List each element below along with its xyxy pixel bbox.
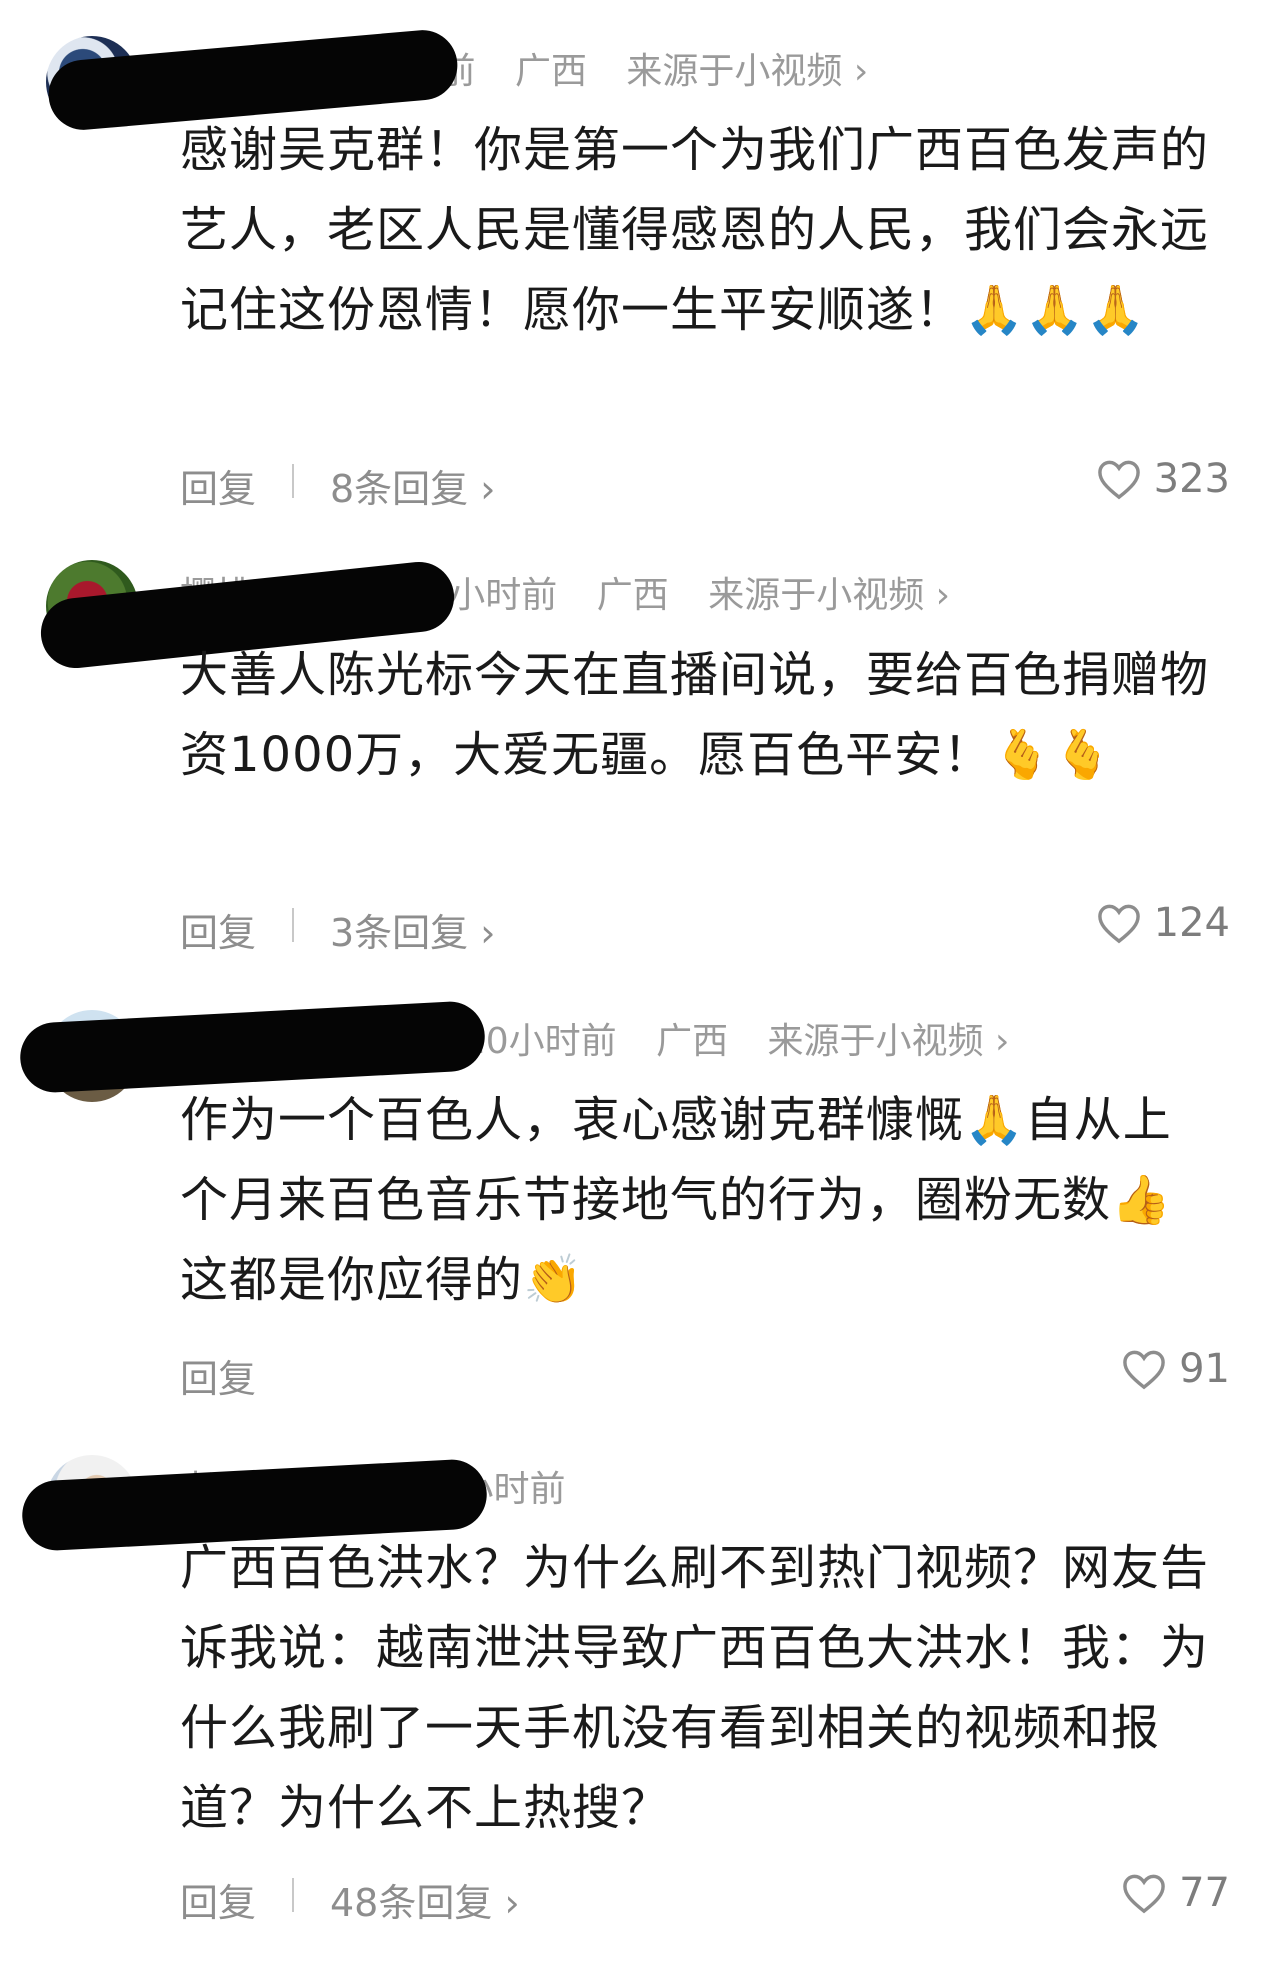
like-count: 77: [1179, 1870, 1230, 1916]
like-button[interactable]: 124: [1096, 900, 1230, 946]
comment-text: 感谢吴克群！你是第一个为我们广西百色发声的艺人，老区人民是懂得感恩的人民，我们会…: [180, 122, 1210, 338]
comment-time: 20小时前: [462, 1021, 617, 1062]
heart-outline-icon: [1097, 460, 1140, 500]
comment-footer: 回复 48条回复 77: [180, 1866, 1230, 1926]
like-count: 323: [1153, 456, 1230, 502]
divider: [292, 1878, 294, 1912]
comment-footer: 回复 3条回复 124: [180, 896, 1230, 956]
like-button[interactable]: 91: [1121, 1346, 1230, 1392]
comment-source-link[interactable]: 来源于小视频: [768, 1021, 1010, 1062]
reply-button[interactable]: 回复: [180, 1348, 256, 1403]
heart-outline-icon: [1097, 904, 1140, 944]
reply-button[interactable]: 回复: [180, 458, 256, 513]
reply-button[interactable]: 回复: [180, 902, 256, 957]
comment-source-link[interactable]: 来源于小视频: [708, 575, 950, 616]
view-replies-link[interactable]: 3条回复: [330, 902, 495, 957]
comment-text: 大善人陈光标今天在直播间说，要给百色捐赠物资1000万，大爱无疆。愿百色平安！🫰…: [180, 647, 1210, 783]
reply-button[interactable]: 回复: [180, 1872, 256, 1927]
comment-location: 广西: [596, 575, 669, 616]
like-count: 124: [1153, 900, 1230, 946]
divider: [292, 908, 294, 942]
heart-outline-icon: [1123, 1350, 1165, 1390]
view-replies-link[interactable]: 8条回复: [330, 458, 495, 513]
comment-text: 作为一个百色人，衷心感谢克群慷慨🙏自从上个月来百色音乐节接地气的行为，圈粉无数👍…: [180, 1092, 1172, 1308]
comment-footer: 回复 8条回复 323: [180, 452, 1230, 512]
comment-text: 广西百色洪水？为什么刷不到热门视频？网友告诉我说：越南泄洪导致广西百色大洪水！我…: [180, 1540, 1210, 1836]
view-replies-link[interactable]: 48条回复: [330, 1872, 520, 1927]
like-button[interactable]: 323: [1096, 456, 1230, 502]
comment-source-link[interactable]: 来源于小视频: [626, 51, 868, 92]
comment-location: 广西: [514, 51, 587, 92]
like-count: 91: [1179, 1346, 1230, 1392]
divider: [292, 464, 294, 498]
comment-footer: 回复 91: [180, 1342, 1230, 1402]
heart-outline-icon: [1123, 1874, 1165, 1914]
like-button[interactable]: 77: [1121, 1870, 1230, 1916]
comment-location: 广西: [656, 1021, 729, 1062]
